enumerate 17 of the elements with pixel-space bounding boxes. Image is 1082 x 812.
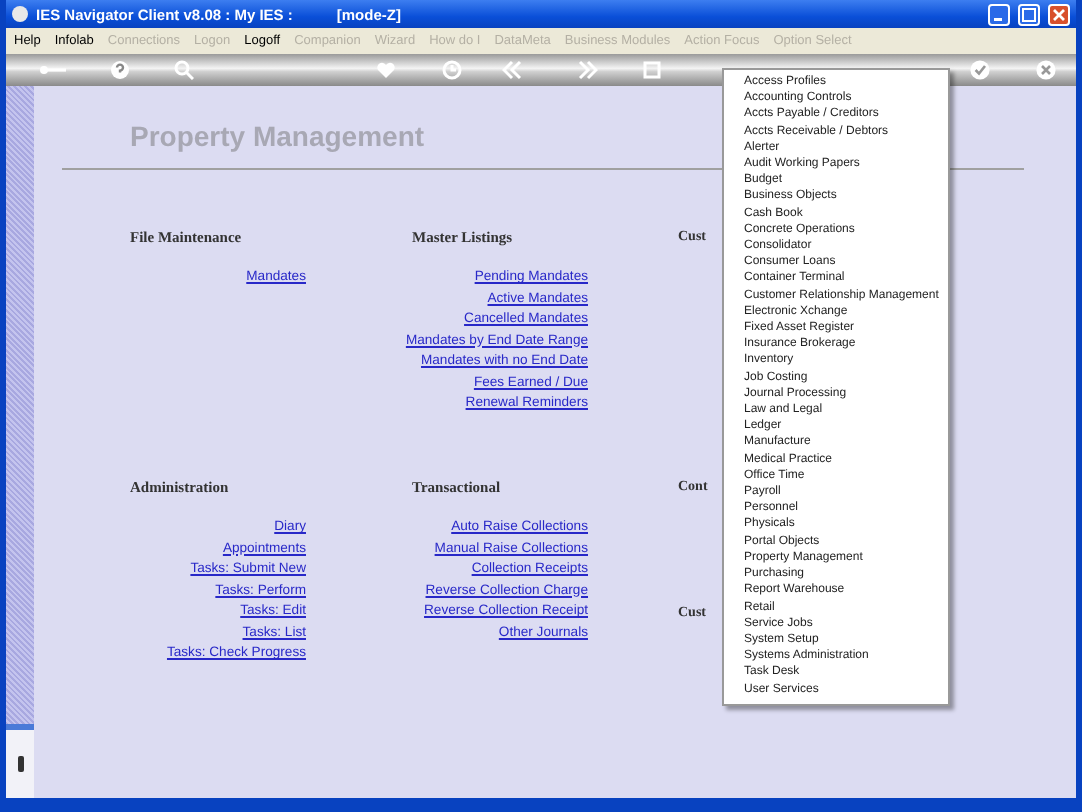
double-left-icon[interactable] [502, 60, 522, 80]
page-heading: Property Management [130, 120, 425, 156]
help-icon[interactable] [110, 60, 130, 80]
close-icon [1052, 7, 1066, 21]
app-icon [12, 6, 28, 22]
check-icon[interactable] [970, 60, 990, 80]
maximize-button[interactable] [1018, 3, 1040, 25]
maximize-icon [1022, 7, 1036, 21]
search-icon[interactable] [174, 60, 194, 80]
double-right-icon[interactable] [578, 60, 598, 80]
close-button[interactable] [1048, 3, 1070, 25]
clock-icon[interactable] [442, 60, 462, 80]
heart-icon[interactable] [376, 60, 396, 80]
key-icon[interactable] [38, 60, 70, 80]
close-circle-icon[interactable] [1036, 60, 1056, 80]
square-icon[interactable] [642, 60, 662, 80]
minimize-button[interactable] [988, 3, 1010, 25]
